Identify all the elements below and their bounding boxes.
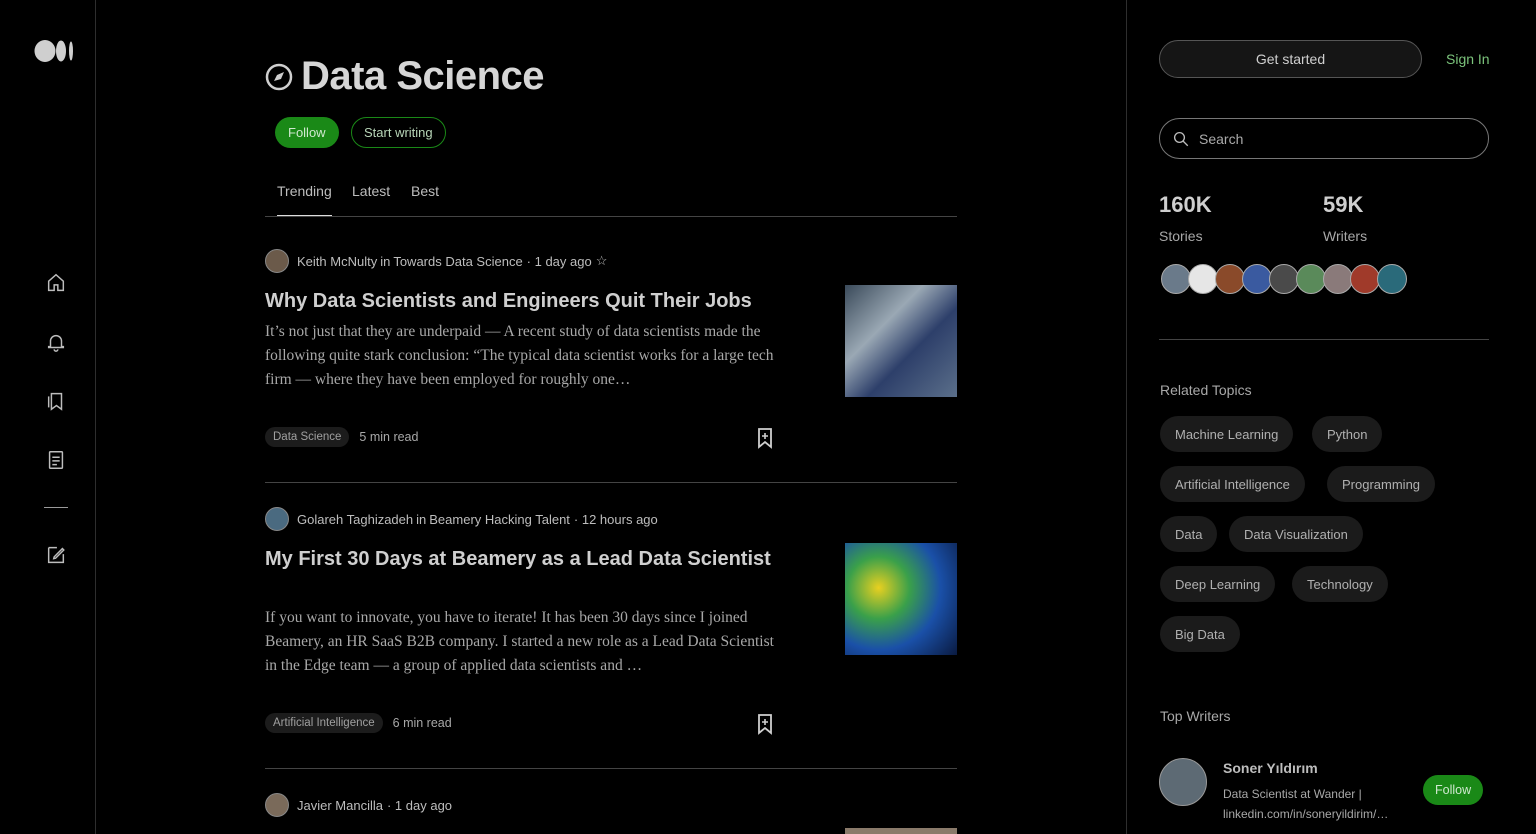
start-writing-button[interactable]: Start writing (351, 117, 446, 148)
stories-icon[interactable] (44, 448, 68, 472)
post-meta: Artificial Intelligence 6 min read (265, 713, 452, 733)
tab-latest[interactable]: Latest (352, 183, 390, 216)
search-input[interactable] (1199, 130, 1469, 147)
post-time: · 12 hours ago (573, 511, 658, 527)
avatar[interactable] (1161, 264, 1191, 294)
follow-topic-button[interactable]: Follow (275, 117, 339, 148)
post-meta: Data Science 5 min read (265, 427, 418, 447)
byline-in: in (380, 253, 391, 269)
post-tag[interactable]: Data Science (265, 427, 350, 447)
related-topic-chip[interactable]: Big Data (1160, 616, 1240, 652)
sign-in-link[interactable]: Sign In (1446, 51, 1490, 67)
related-topic-chip[interactable]: Data Visualization (1229, 516, 1363, 552)
writers-count: 59K (1323, 192, 1364, 217)
tab-best[interactable]: Best (411, 183, 439, 216)
post-byline: Javier Mancilla · 1 day ago (265, 793, 452, 817)
writer-avatars (1161, 264, 1407, 294)
related-topic-chip[interactable]: Deep Learning (1160, 566, 1276, 602)
avatar[interactable] (1377, 264, 1407, 294)
avatar[interactable] (1350, 264, 1380, 294)
compass-icon (265, 63, 293, 90)
avatar[interactable] (1188, 264, 1218, 294)
author-name[interactable]: Javier Mancilla (297, 798, 383, 813)
post-time: · 1 day ago (526, 253, 592, 269)
bookmark-icon[interactable] (755, 713, 775, 735)
related-topic-chip[interactable]: Artificial Intelligence (1160, 466, 1305, 502)
get-started-button[interactable]: Get started (1159, 40, 1422, 78)
writer-name[interactable]: Soner Yıldırım (1223, 760, 1318, 776)
read-time: 5 min read (359, 430, 419, 444)
post-excerpt[interactable]: It’s not just that they are underpaid — … (265, 320, 787, 392)
search-icon (1173, 131, 1189, 146)
avatar[interactable] (1269, 264, 1299, 294)
search-box[interactable] (1159, 118, 1489, 159)
home-icon[interactable] (44, 271, 68, 295)
bookmarks-icon[interactable] (44, 389, 68, 413)
avatar[interactable] (1296, 264, 1326, 294)
sidebar-divider (1159, 339, 1489, 340)
topic-header: Data Science (265, 54, 545, 99)
top-writers-heading: Top Writers (1160, 708, 1231, 724)
avatar[interactable] (265, 507, 289, 531)
avatar[interactable] (265, 249, 289, 273)
page-title: Data Science (301, 54, 545, 98)
right-sidebar: Get started Sign In 160K Stories 59K Wri… (1126, 0, 1536, 834)
follow-writer-button[interactable]: Follow (1423, 775, 1484, 805)
medium-logo-icon[interactable] (34, 38, 78, 64)
feed-tabs: Trending Latest Best (265, 183, 957, 217)
post-divider (265, 768, 957, 769)
avatar[interactable] (1215, 264, 1245, 294)
author-name[interactable]: Golareh Taghizadeh (297, 512, 413, 527)
rail-divider (44, 507, 68, 508)
publication-name[interactable]: Beamery Hacking Talent (429, 512, 570, 527)
byline-in: in (416, 511, 427, 527)
avatar[interactable] (1323, 264, 1353, 294)
post-divider (265, 482, 957, 483)
write-icon[interactable] (44, 543, 68, 567)
writer-bio: Data Scientist at Wander | linkedin.com/… (1223, 787, 1389, 821)
avatar[interactable] (1159, 758, 1207, 806)
post-time: · 1 day ago (386, 797, 453, 813)
post-tag[interactable]: Artificial Intelligence (265, 713, 383, 733)
post-title[interactable]: My First 30 Days at Beamery as a Lead Da… (265, 545, 795, 573)
avatar[interactable] (265, 793, 289, 817)
read-time: 6 min read (392, 716, 452, 730)
bell-icon[interactable] (44, 330, 68, 354)
stories-label: Stories (1159, 228, 1203, 244)
left-rail (0, 0, 96, 834)
related-topic-chip[interactable]: Python (1312, 416, 1383, 452)
writers-label: Writers (1323, 228, 1368, 244)
avatar[interactable] (1242, 264, 1272, 294)
related-topic-chip[interactable]: Data (1160, 516, 1218, 552)
post-title[interactable]: Why Data Scientists and Engineers Quit T… (265, 287, 795, 315)
bookmark-icon[interactable] (755, 427, 775, 449)
post-thumbnail[interactable] (845, 285, 957, 397)
related-topics-heading: Related Topics (1160, 382, 1252, 398)
post-thumbnail[interactable] (845, 543, 957, 655)
stories-count: 160K (1159, 192, 1212, 217)
post-excerpt[interactable]: If you want to innovate, you have to ite… (265, 606, 787, 678)
publication-name[interactable]: Towards Data Science (393, 254, 522, 269)
post-byline: Keith McNulty in Towards Data Science · … (265, 249, 607, 273)
tab-trending[interactable]: Trending (277, 183, 332, 216)
related-topic-chip[interactable]: Machine Learning (1160, 416, 1294, 452)
author-name[interactable]: Keith McNulty (297, 254, 377, 269)
post-byline: Golareh Taghizadeh in Beamery Hacking Ta… (265, 507, 658, 531)
member-star-icon: ☆ (595, 253, 608, 268)
related-topic-chip[interactable]: Technology (1292, 566, 1388, 602)
post-thumbnail[interactable] (845, 828, 957, 834)
related-topic-chip[interactable]: Programming (1327, 466, 1436, 502)
